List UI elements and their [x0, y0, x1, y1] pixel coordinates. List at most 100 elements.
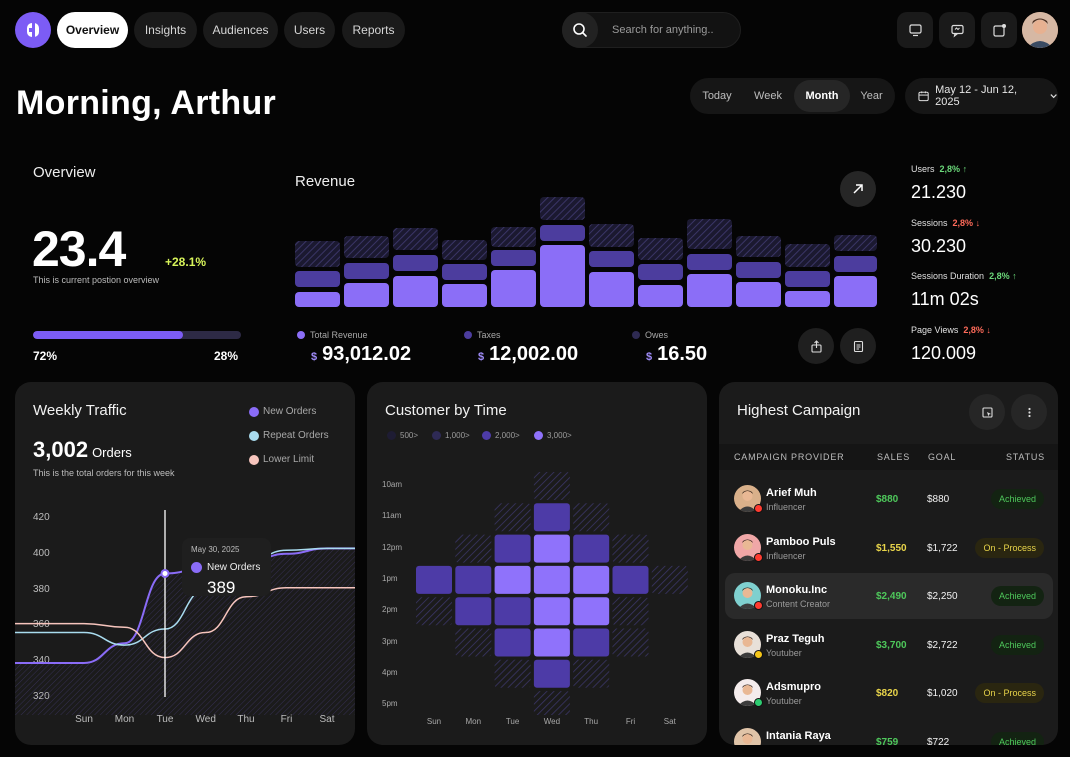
campaign-row[interactable]: Intania Raya Youtuber $759 $722 Achieved [725, 719, 1053, 746]
notification-icon [992, 23, 1006, 37]
tab-insights[interactable]: Insights [134, 12, 197, 48]
heatmap-cell [573, 503, 610, 532]
tab-overview[interactable]: Overview [57, 12, 128, 48]
heatmap-cell [416, 472, 452, 500]
period-year[interactable]: Year [850, 80, 893, 112]
app-logo[interactable] [15, 12, 51, 48]
date-range-picker[interactable]: May 12 - Jun 12, 2025 [905, 78, 1058, 114]
goal-value: $880 [927, 494, 950, 505]
overview-value: 23.4 [32, 221, 126, 277]
campaign-row[interactable]: Pamboo Puls Influencer $1,550 $1,722 On - Pr… [725, 525, 1053, 571]
x-day-label: Sat [663, 717, 676, 726]
search-bar[interactable] [562, 12, 741, 48]
provider-name: Adsmupro [766, 681, 821, 693]
revenue-title: Revenue [295, 173, 356, 190]
messages-button[interactable] [939, 12, 975, 48]
search-icon[interactable] [562, 12, 598, 48]
highest-campaign-title: Highest Campaign [737, 402, 861, 419]
period-week[interactable]: Week [742, 80, 794, 112]
tab-reports[interactable]: Reports [342, 12, 405, 48]
heatmap-cell [494, 628, 531, 657]
col-goal: GOAL [928, 452, 957, 462]
campaign-row[interactable]: Adsmupro Youtuber $820 $1,020 On - Process [725, 670, 1053, 716]
provider-name: Arief Muh [766, 487, 817, 499]
stat-sessions-value: 30.230 [911, 236, 967, 256]
campaign-table-header: CAMPAIGN PROVIDER SALES GOAL STATUS [719, 444, 1058, 470]
overview-title: Overview [33, 164, 96, 181]
campaign-select-button[interactable] [969, 394, 1005, 430]
hover-point [160, 568, 170, 578]
period-month[interactable]: Month [794, 80, 850, 112]
x-day-label: Tue [505, 717, 520, 726]
overview-description: This is current postion overview [33, 275, 160, 285]
period-selector: Today Week Month Year [690, 78, 895, 114]
heatmap-cell [613, 503, 649, 531]
heatmap-cell [455, 503, 491, 531]
heatmap-cell [494, 503, 531, 532]
revenue-legend-owes: Owes [632, 330, 668, 340]
revenue-report-button[interactable] [840, 328, 876, 364]
col-sales: SALES [877, 452, 911, 462]
heatmap-cell [533, 691, 570, 715]
chevron-down-icon [1050, 94, 1057, 99]
campaign-row[interactable]: Monoku.Inc Content Creator $2,490 $2,250 Ach… [725, 573, 1053, 619]
arrow-up-icon: ↑ [962, 164, 968, 174]
stat-pageviews-value: 120.009 [911, 343, 977, 363]
flag-icon [754, 552, 763, 562]
period-today[interactable]: Today [692, 80, 742, 112]
heatmap-cell [612, 565, 649, 594]
heatmap-cell [573, 534, 610, 563]
flag-icon [754, 649, 763, 659]
heatmap-cell [455, 691, 491, 715]
heatmap-cell [533, 534, 570, 563]
user-avatar[interactable] [1022, 12, 1058, 48]
x-tick-label: Tue [156, 714, 174, 725]
revenue-col-1 [295, 241, 340, 307]
chat-icon [950, 24, 964, 38]
heatmap-cell [652, 503, 688, 531]
overview-left-percent: 72% [33, 349, 58, 363]
heatmap-cell [612, 597, 649, 626]
heatmap-legend-2000: 2,000> [482, 431, 520, 440]
y-time-label: 4pm [382, 667, 398, 677]
x-tick-label: Wed [195, 714, 216, 725]
revenue-total-value: $93,012.02 [311, 343, 412, 365]
heatmap-cell [416, 597, 452, 626]
x-tick-label: Thu [237, 714, 255, 725]
stat-users-label: Users 2,8% ↑ [911, 164, 968, 174]
more-vertical-icon [1027, 407, 1031, 417]
monitor-button[interactable] [897, 12, 933, 48]
y-time-label: 11am [382, 511, 402, 521]
campaign-row[interactable]: Arief Muh Influencer $880 $880 Achieved [725, 476, 1053, 522]
campaign-row[interactable]: Praz Teguh Youtuber $3,700 $2,722 Achieved [725, 622, 1053, 668]
revenue-col-6 [540, 197, 585, 307]
search-input[interactable] [612, 24, 732, 36]
stat-duration-label: Sessions Duration 2,8% ↑ [911, 271, 1017, 281]
y-time-label: 5pm [382, 699, 398, 709]
heatmap-cell [652, 691, 688, 715]
goal-value: $722 [927, 736, 950, 746]
heatmap-cell [573, 597, 610, 626]
stat-pageviews-label: Page Views 2,8% ↓ [911, 325, 991, 335]
y-time-label: 10am [382, 480, 403, 489]
provider-name: Praz Teguh [766, 632, 825, 645]
arrow-down-icon: ↓ [975, 218, 981, 228]
goal-value: $2,722 [927, 639, 958, 651]
heatmap-cell [533, 597, 570, 626]
sales-value: $1,550 [876, 542, 907, 554]
tab-audiences[interactable]: Audiences [203, 12, 278, 48]
status-badge: Achieved [990, 634, 1044, 655]
notifications-button[interactable] [981, 12, 1017, 48]
campaign-more-button[interactable] [1011, 394, 1047, 430]
heatmap-cell [612, 628, 649, 657]
heatmap-legend-500: 500> [387, 431, 418, 440]
revenue-export-button[interactable] [798, 328, 834, 364]
overview-change: +28.1% [165, 255, 207, 269]
heatmap-cell [416, 629, 452, 657]
overview-right-percent: 28% [214, 349, 239, 363]
x-tick-label: Sat [319, 714, 335, 725]
provider-role: Youtuber [766, 647, 802, 658]
date-range-label: May 12 - Jun 12, 2025 [935, 84, 1018, 108]
heatmap-cell [652, 472, 688, 500]
tab-users[interactable]: Users [284, 12, 335, 48]
